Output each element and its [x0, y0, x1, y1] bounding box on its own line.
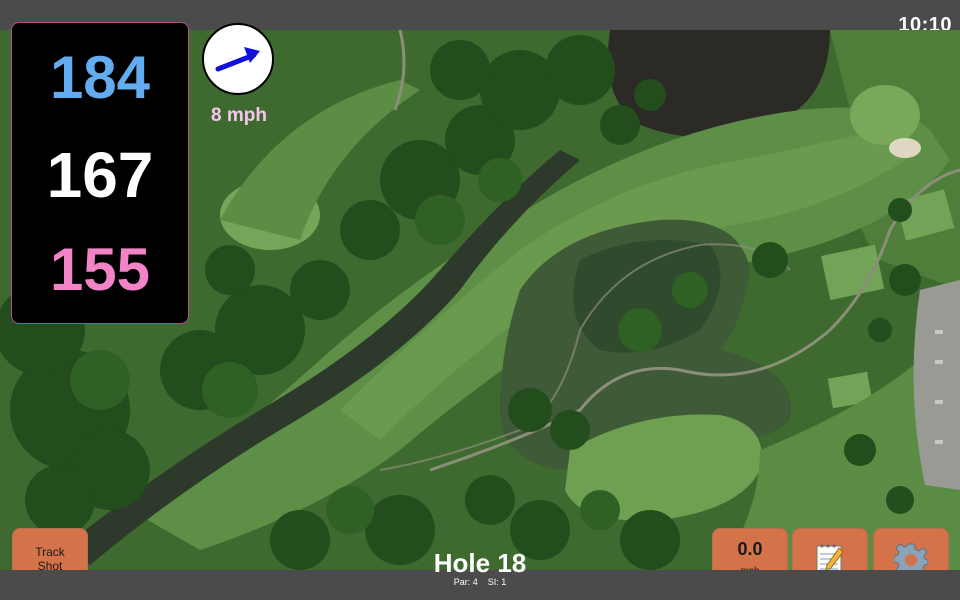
hole-par: Par: 4	[453, 577, 478, 587]
speed-value: 0.0	[737, 539, 763, 559]
hole-info: Par: 4 SI: 1	[380, 577, 580, 587]
hole-stroke-index: SI: 1	[487, 577, 507, 587]
distance-middle: 167	[46, 139, 154, 211]
wind-arrow-icon	[215, 47, 260, 72]
distance-front: 155	[49, 236, 151, 303]
wind-speed: 8 mph	[211, 105, 267, 126]
distance-back: 184	[49, 44, 151, 111]
wind-indicator	[202, 23, 274, 95]
track-shot-label-line1: Track	[35, 545, 65, 559]
distance-panel: 184 167 155	[11, 22, 189, 324]
hole-title: Hole 18	[433, 548, 527, 578]
